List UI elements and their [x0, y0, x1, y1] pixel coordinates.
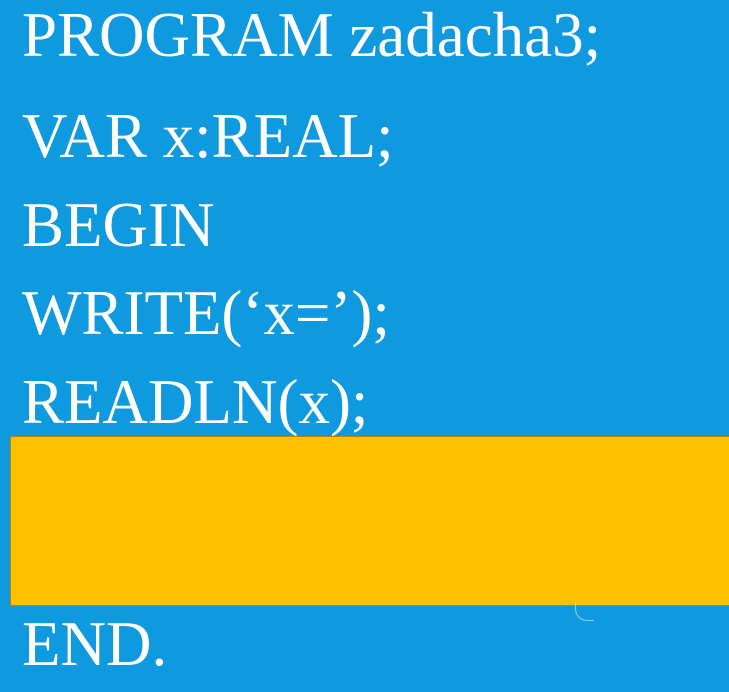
begin-line: BEGIN: [22, 190, 215, 260]
write-line: WRITE(‘x=’);: [22, 278, 390, 348]
hidden-text-fragment: [575, 602, 594, 621]
readln-line: READLN(x);: [22, 367, 369, 437]
program-line: PROGRAM zadacha3;: [22, 0, 602, 70]
code-slide: PROGRAM zadacha3; VAR x:REAL; BEGIN WRIT…: [0, 0, 729, 692]
end-line: END.: [22, 609, 168, 679]
var-declaration-line: VAR x:REAL;: [22, 101, 394, 171]
hidden-code-box: [10, 436, 729, 606]
